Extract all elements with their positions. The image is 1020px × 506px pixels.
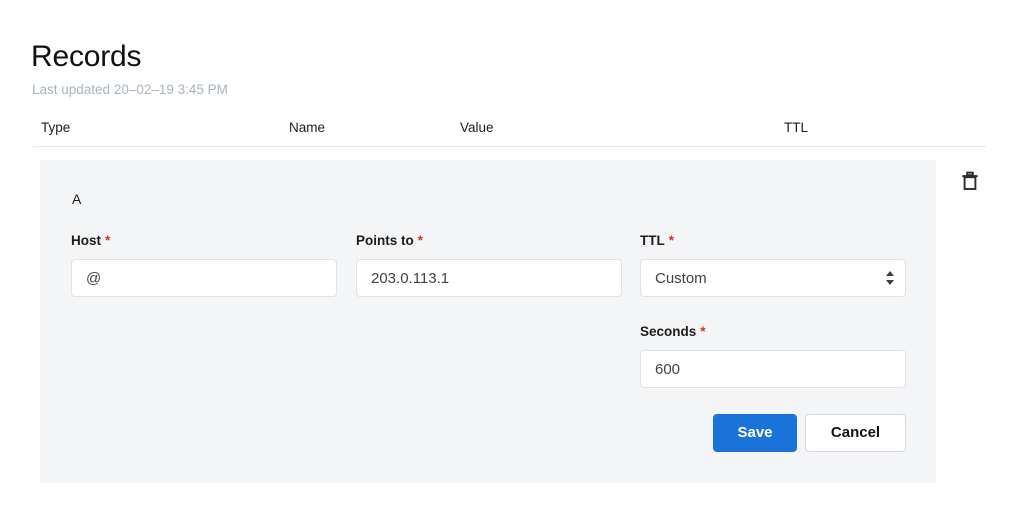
seconds-input[interactable] <box>640 350 906 388</box>
seconds-label-text: Seconds <box>640 324 697 339</box>
seconds-label: Seconds * <box>640 323 906 341</box>
field-group-host: Host * <box>71 232 337 297</box>
record-type-label: A <box>72 191 82 207</box>
records-page: Records Last updated 20–02–19 3:45 PM Ty… <box>0 0 1020 506</box>
column-header-name: Name <box>289 120 326 135</box>
column-header-type: Type <box>41 120 71 135</box>
ttl-label-text: TTL <box>640 233 665 248</box>
save-button[interactable]: Save <box>713 414 797 452</box>
ttl-select[interactable] <box>640 259 906 297</box>
record-edit-panel: A Host* Points to* TTL* <box>40 160 936 483</box>
page-title: Records <box>31 40 142 74</box>
field-group-ttl: TTL * <box>640 232 906 297</box>
ttl-required-marker: * <box>668 233 675 248</box>
field-group-points-to: Points to * <box>356 232 622 297</box>
ttl-label: TTL * <box>640 232 906 250</box>
host-label: Host * <box>71 232 337 250</box>
host-label-text: Host <box>71 233 101 248</box>
seconds-required-marker: * <box>700 324 706 339</box>
delete-record-button[interactable] <box>958 169 982 193</box>
field-group-seconds: Seconds * <box>640 323 906 388</box>
host-input[interactable] <box>71 259 337 297</box>
host-required-marker: * <box>105 233 111 248</box>
last-updated-text: Last updated 20–02–19 3:45 PM <box>32 82 228 97</box>
header-divider <box>33 146 986 147</box>
points-to-input[interactable] <box>356 259 622 297</box>
cancel-button[interactable]: Cancel <box>805 414 906 452</box>
records-table-header: Type Name Value TTL <box>33 118 986 146</box>
ttl-select-wrapper[interactable] <box>640 259 906 297</box>
column-header-ttl: TTL <box>784 120 809 135</box>
points-to-label-text: Points to <box>356 233 414 248</box>
column-header-value: Value <box>460 120 494 135</box>
points-to-required-marker: * <box>417 233 424 248</box>
points-to-label: Points to * <box>356 232 622 250</box>
record-actions: Save Cancel <box>713 414 906 452</box>
trash-icon <box>962 171 978 190</box>
